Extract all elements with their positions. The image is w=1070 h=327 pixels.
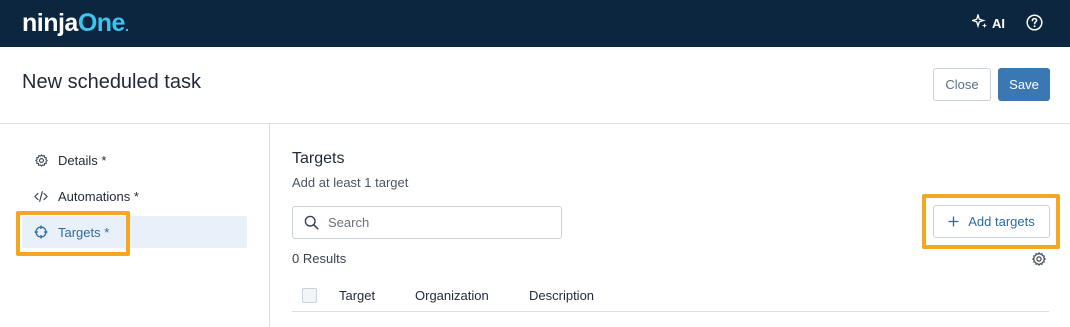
table-header: Target Organization Description: [292, 279, 1049, 312]
sidebar-item-automations[interactable]: Automations *: [22, 180, 247, 212]
section-subtitle: Add at least 1 target: [292, 175, 409, 190]
ai-button[interactable]: AI: [970, 12, 1005, 33]
highlight-box-add-targets: [922, 194, 1060, 249]
gear-icon: [34, 153, 48, 167]
logo-dot: .: [124, 18, 129, 34]
column-header-target[interactable]: Target: [339, 288, 375, 303]
ai-label: AI: [992, 15, 1005, 31]
top-bar: ninjaOne. AI: [0, 0, 1070, 47]
column-header-organization[interactable]: Organization: [415, 288, 489, 303]
highlight-box-targets: [16, 211, 130, 256]
table-settings-gear-icon[interactable]: [1032, 252, 1046, 266]
page-title: New scheduled task: [22, 71, 201, 93]
search-placeholder: Search: [328, 215, 370, 230]
section-title: Targets: [292, 150, 345, 167]
ninjaone-logo[interactable]: ninjaOne.: [22, 9, 129, 40]
search-icon: [304, 215, 319, 230]
page-header: New scheduled task Close Save: [0, 47, 1070, 124]
code-icon: [34, 189, 48, 203]
sidebar-item-label: Automations *: [58, 188, 139, 204]
select-all-checkbox[interactable]: [302, 288, 317, 303]
close-button[interactable]: Close: [933, 68, 991, 101]
help-circle-icon[interactable]: [1026, 14, 1043, 31]
search-input[interactable]: Search: [292, 206, 562, 239]
column-header-description[interactable]: Description: [529, 288, 594, 303]
logo-text-ninja: ninja: [22, 9, 78, 37]
logo-text-one: One: [77, 9, 126, 37]
results-count: 0 Results: [292, 251, 347, 266]
sidebar-item-label: Details *: [58, 152, 107, 168]
sparkle-icon: [970, 12, 988, 33]
sidebar-item-details[interactable]: Details *: [22, 144, 247, 176]
save-button[interactable]: Save: [998, 68, 1050, 101]
